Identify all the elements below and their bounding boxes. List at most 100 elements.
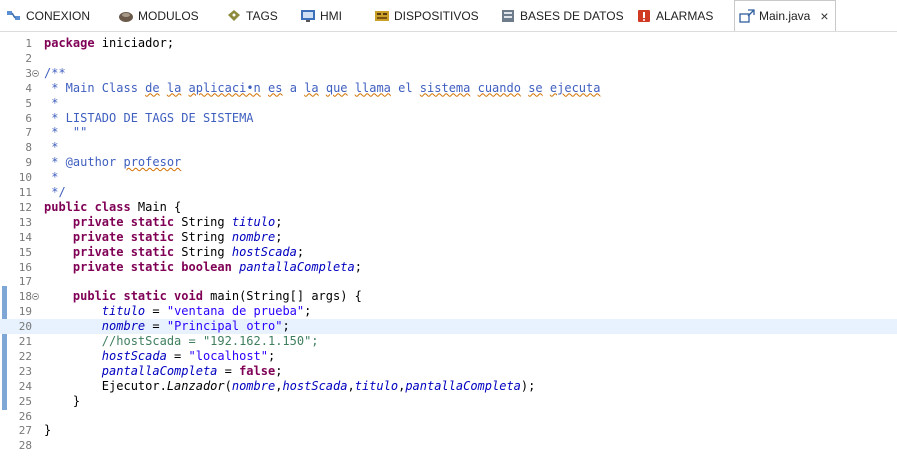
code-line[interactable]: 26 [0, 409, 897, 424]
line-number: 13 [18, 215, 32, 229]
code-line[interactable]: 24 Ejecutor.Lanzador(nombre,hostScada,ti… [0, 379, 897, 394]
tab-alarmas[interactable]: ALARMAS [636, 0, 713, 32]
code-line[interactable]: 25 } [0, 394, 897, 409]
tab-label: CONEXION [26, 9, 91, 23]
code-line[interactable]: 15 private static String hostScada; [0, 245, 897, 260]
code-line[interactable]: 9 * @author profesor [0, 155, 897, 170]
tab-modulos[interactable]: MODULOS [118, 0, 199, 32]
code-token: private static boolean [72, 259, 232, 274]
code-editor[interactable]: 1 package iniciador; 2 3/** 4 * Main Class d… [0, 33, 897, 466]
tag-icon [226, 9, 242, 23]
code-token: } [44, 393, 81, 408]
code-token: el [390, 80, 420, 95]
code-line[interactable]: 19 titulo = "ventana de prueba"; [0, 304, 897, 319]
line-code: public class Main { [44, 200, 181, 215]
code-line[interactable]: 28 [0, 438, 897, 453]
close-icon[interactable]: × [820, 8, 828, 24]
code-token: ; [296, 244, 305, 259]
code-line[interactable]: 21 //hostScada = "192.162.1.150"; [0, 334, 897, 349]
code-line[interactable]: 10 * [0, 170, 897, 185]
code-line[interactable]: 7 * "" [0, 125, 897, 140]
code-token: ; [268, 348, 276, 363]
code-token: de [145, 80, 160, 95]
code-token: * LISTADO DE TAGS DE SISTEMA [44, 110, 254, 125]
code-token: public class [44, 199, 131, 214]
code-token: //hostScada = "192.162.1.150"; [101, 334, 319, 348]
code-token: nombre [231, 378, 276, 393]
code-token: String [174, 214, 232, 229]
code-line[interactable]: 22 hostScada = "localhost"; [0, 349, 897, 364]
code-token: "localhost" [188, 348, 268, 363]
code-line[interactable]: 4 * Main Class de la aplicaci•n es a la … [0, 81, 897, 96]
code-token: * Main Class [44, 80, 146, 95]
tab-dispositivos[interactable]: DISPOSITIVOS [374, 0, 479, 32]
code-line[interactable]: 27} [0, 423, 897, 438]
line-number: 11 [18, 186, 32, 199]
code-line[interactable]: 12 public class Main { [0, 200, 897, 215]
code-line[interactable]: 17 [0, 274, 897, 289]
line-number: 6 [25, 111, 32, 125]
editor-tab-bar: CONEXION MODULOS TAGS HMI DISPOSITIVOS B… [0, 0, 897, 32]
database-icon [500, 9, 516, 23]
code-line[interactable]: 20 nombre = "Principal otro"; [0, 319, 897, 335]
tab-main-java[interactable]: Main.java × [734, 0, 836, 31]
code-token: la [304, 80, 319, 95]
fold-collapse-icon[interactable] [32, 293, 39, 301]
connection-icon [6, 9, 22, 23]
code-line[interactable]: 13 private static String titulo; [0, 215, 897, 230]
code-token: String [174, 229, 232, 244]
line-code: package iniciador; [44, 36, 174, 51]
line-number: 18 [18, 290, 32, 304]
code-token: * [44, 95, 59, 110]
code-line[interactable]: 23 pantallaCompleta = false; [0, 364, 897, 379]
code-token: hostScada [101, 348, 167, 363]
code-token: = [145, 319, 167, 334]
tab-bases-de-datos[interactable]: BASES DE DATOS [500, 0, 624, 32]
line-code: //hostScada = "192.162.1.150"; [44, 334, 319, 349]
code-line[interactable]: 6 * LISTADO DE TAGS DE SISTEMA [0, 111, 897, 126]
line-code: * Main Class de la aplicaci•n es a la qu… [44, 81, 600, 96]
tab-conexion[interactable]: CONEXION [6, 0, 90, 32]
tab-tags[interactable]: TAGS [226, 0, 278, 32]
code-token: main(String[] args) { [202, 289, 362, 304]
line-code: private static String nombre; [44, 229, 283, 245]
code-line[interactable]: 8 * [0, 140, 897, 155]
line-code: * "" [44, 125, 87, 140]
tab-hmi[interactable]: HMI [300, 0, 342, 32]
line-code: */ [44, 185, 65, 200]
code-line[interactable]: 3 /** [0, 66, 897, 81]
code-line[interactable]: 5 * [0, 96, 897, 111]
code-line[interactable]: 11 */ [0, 185, 897, 200]
code-token: Lanzador [166, 378, 225, 393]
code-token: * [44, 170, 59, 185]
code-token: false [239, 363, 276, 378]
line-code: titulo = "ventana de prueba"; [44, 304, 312, 319]
code-line[interactable]: 1 package iniciador; [0, 36, 897, 51]
code-line[interactable]: 16 private static boolean pantallaComple… [0, 260, 897, 275]
line-number: 10 [18, 171, 32, 185]
devices-icon [374, 9, 390, 23]
code-token: ; [275, 363, 283, 378]
line-code: hostScada = "localhost"; [44, 349, 275, 364]
line-number: 14 [18, 230, 32, 244]
code-token: llama [354, 80, 391, 95]
code-token: pantallaCompleta [405, 378, 521, 393]
modules-icon [118, 9, 134, 23]
code-line[interactable]: 2 [0, 51, 897, 66]
line-code: private static boolean pantallaCompleta; [44, 260, 362, 275]
code-token: ; [282, 319, 290, 334]
line-code: * [44, 140, 58, 155]
code-line[interactable]: 18 public static void main(String[] args… [0, 289, 897, 304]
code-token: Main { [130, 199, 182, 214]
line-number: 9 [25, 156, 32, 170]
code-line[interactable]: 14 private static String nombre; [0, 230, 897, 245]
fold-collapse-icon[interactable] [32, 69, 39, 77]
